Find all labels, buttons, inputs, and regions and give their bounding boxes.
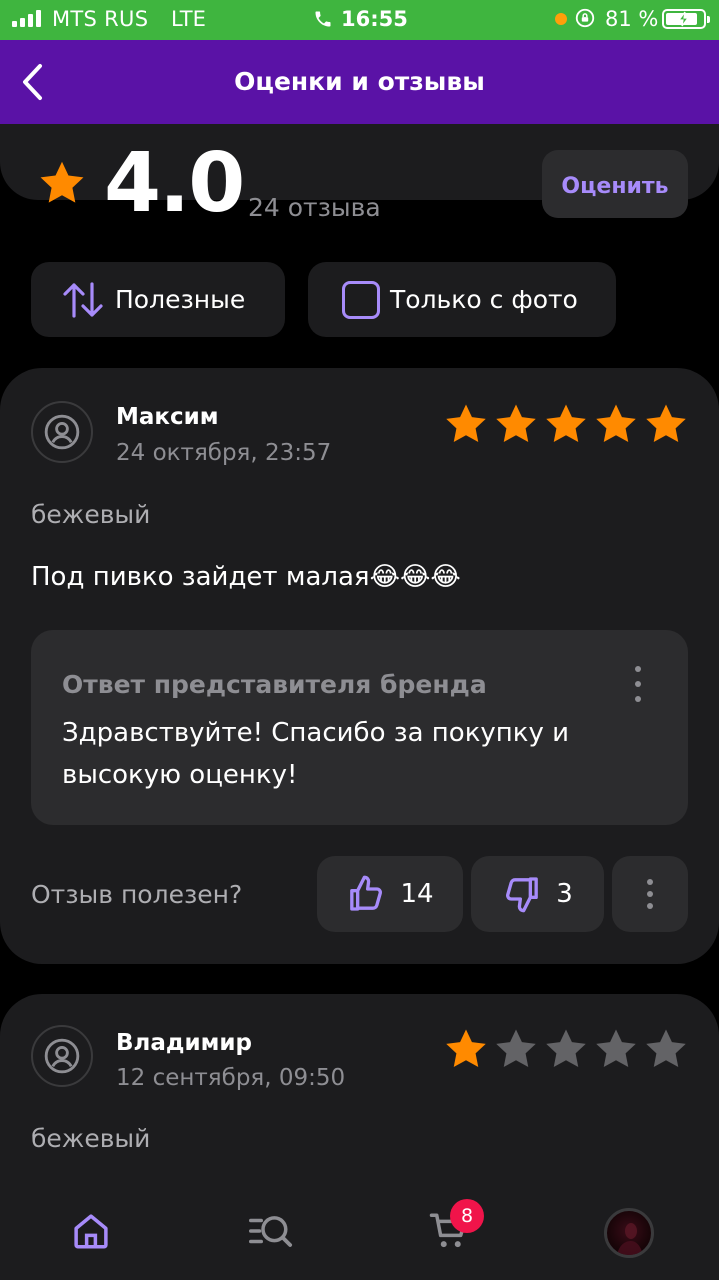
home-icon (74, 1214, 108, 1249)
user-avatar-icon (31, 1025, 93, 1087)
profile-avatar[interactable] (604, 1208, 654, 1258)
star-filled-icon (496, 404, 536, 443)
rotation-lock-icon (575, 8, 595, 28)
dislike-button[interactable]: 3 (471, 856, 604, 932)
review-more-button[interactable] (612, 856, 688, 932)
like-count: 14 (400, 879, 434, 909)
thumbs-down-icon (506, 877, 539, 913)
clock: 16:55 (341, 7, 408, 31)
signal-icon (12, 10, 41, 27)
brand-reply: Ответ представителя бренда Здравствуйте!… (31, 630, 688, 825)
brand-reply-text: Здравствуйте! Спасибо за покупку и высок… (62, 718, 570, 790)
app-header: Оценки и отзывы (0, 40, 719, 124)
review-stars (443, 1026, 689, 1072)
review-stars (443, 401, 689, 447)
sort-button[interactable]: Полезные (31, 262, 285, 337)
sort-label: Полезные (115, 285, 246, 314)
review-date: 12 сентября, 09:50 (116, 1065, 346, 1091)
review-date: 24 октября, 23:57 (116, 440, 332, 466)
review-author: Максим (116, 404, 219, 430)
tab-catalog[interactable] (245, 1206, 295, 1256)
average-rating: 4.0 (104, 136, 245, 231)
photo-only-filter[interactable]: Только с фото (308, 262, 616, 337)
sort-arrows-icon (63, 281, 103, 318)
review-author: Владимир (116, 1030, 252, 1056)
review-variant: бежевый (31, 500, 151, 529)
like-button[interactable]: 14 (317, 856, 463, 932)
review-text: Под пивко зайдет малая😂😂😂 (31, 562, 461, 592)
star-empty-icon (496, 1029, 536, 1068)
tab-home[interactable] (66, 1206, 116, 1256)
star-filled-icon (546, 404, 586, 443)
star-filled-icon (596, 404, 636, 443)
star-filled-icon (446, 1029, 486, 1068)
brand-reply-title: Ответ представителя бренда (62, 670, 487, 699)
carrier-name: MTS RUS (52, 7, 149, 31)
dislike-count: 3 (556, 879, 573, 909)
photo-only-label: Только с фото (390, 285, 578, 314)
reviews-count: 24 отзыва (248, 193, 381, 222)
rate-button[interactable]: Оценить (542, 150, 688, 218)
star-icon (40, 161, 84, 203)
phone-call-icon (315, 11, 331, 27)
status-bar: MTS RUS LTE 16:55 81 % (0, 0, 719, 40)
user-avatar-icon (31, 401, 93, 463)
photo-only-checkbox[interactable] (342, 280, 380, 319)
star-empty-icon (646, 1029, 686, 1068)
star-filled-icon (646, 404, 686, 443)
reply-more-icon[interactable] (628, 664, 648, 704)
thumbs-up-icon (350, 875, 383, 911)
star-filled-icon (446, 404, 486, 443)
review-variant: бежевый (31, 1124, 151, 1153)
mic-in-use-dot (555, 13, 567, 25)
more-vertical-icon (647, 879, 653, 885)
helpful-question: Отзыв полезен? (31, 880, 243, 909)
catalog-search-icon (249, 1216, 293, 1247)
network-type: LTE (171, 7, 206, 31)
tab-bar: 8 (0, 1186, 719, 1280)
star-empty-icon (596, 1029, 636, 1068)
star-empty-icon (546, 1029, 586, 1068)
page-title: Оценки и отзывы (234, 67, 485, 96)
battery-icon (662, 9, 710, 29)
cart-badge: 8 (450, 1199, 484, 1233)
review-card: Максим 24 октября, 23:57 бежевый Под пив… (0, 368, 719, 964)
battery-percent: 81 % (605, 7, 659, 31)
